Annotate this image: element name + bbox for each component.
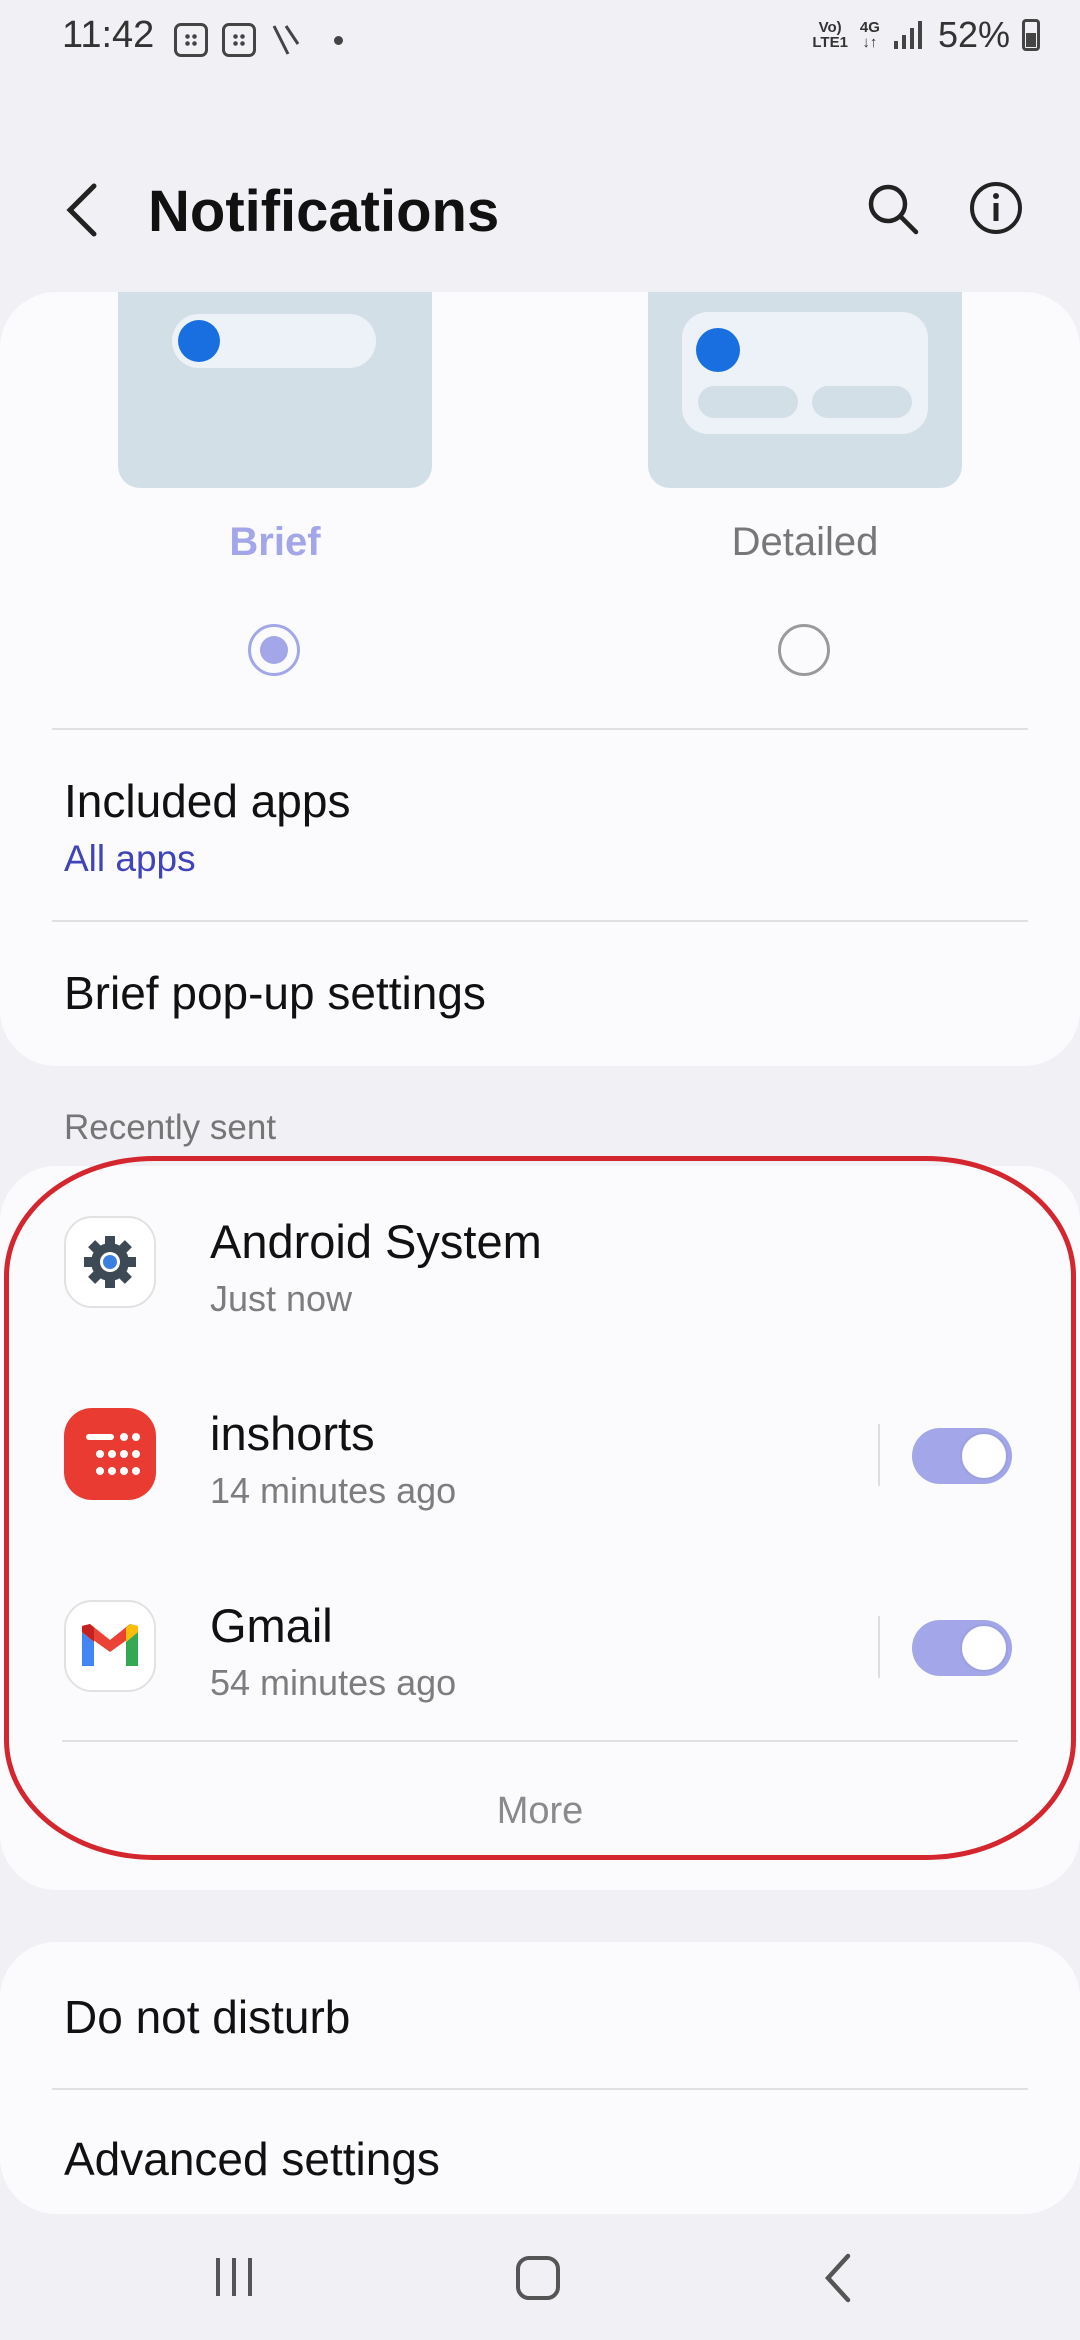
inshorts-toggle[interactable] xyxy=(912,1428,1012,1484)
app-name: inshorts xyxy=(210,1407,375,1460)
inshorts-icon xyxy=(64,1408,156,1500)
nav-back-icon[interactable] xyxy=(810,2248,870,2308)
app-time: 54 minutes ago xyxy=(210,1662,457,1703)
detailed-label[interactable]: Detailed xyxy=(645,520,965,565)
brief-popup-settings-title: Brief pop-up settings xyxy=(64,967,486,1019)
volte-indicator: Vo) LTE1 xyxy=(812,19,848,51)
detailed-preview-line xyxy=(812,386,912,418)
gmail-toggle[interactable] xyxy=(912,1620,1012,1676)
signal-slash-icon xyxy=(272,25,300,55)
brief-label[interactable]: Brief xyxy=(115,520,435,565)
included-apps-row[interactable]: Included apps All apps xyxy=(0,748,1080,918)
page-title: Notifications xyxy=(148,179,500,244)
vertical-divider xyxy=(878,1424,880,1486)
app-name: Gmail xyxy=(210,1599,333,1652)
network-type: 4G ↓↑ xyxy=(859,19,880,51)
status-notification-icons xyxy=(174,22,343,58)
brief-radio[interactable] xyxy=(248,624,300,676)
divider xyxy=(52,2088,1028,2090)
advanced-settings-row[interactable]: Advanced settings xyxy=(0,2094,1080,2212)
more-button[interactable]: More xyxy=(0,1790,1080,1833)
brief-preview-dot xyxy=(178,320,220,362)
search-icon[interactable] xyxy=(862,178,922,238)
included-apps-title: Included apps xyxy=(64,775,351,827)
list-item-android-system[interactable]: Android System Just now xyxy=(0,1196,1080,1366)
detailed-preview[interactable] xyxy=(648,292,962,488)
calculator-notification-icon xyxy=(174,23,208,57)
app-time: Just now xyxy=(210,1278,353,1319)
app-time: 14 minutes ago xyxy=(210,1470,457,1511)
divider xyxy=(52,728,1028,730)
detailed-radio[interactable] xyxy=(778,624,830,676)
detailed-preview-dot xyxy=(696,328,740,372)
android-system-gear-icon xyxy=(64,1216,156,1308)
do-not-disturb-title: Do not disturb xyxy=(64,1991,351,2043)
gmail-icon xyxy=(64,1600,156,1692)
brief-preview[interactable] xyxy=(118,292,432,488)
advanced-settings-title: Advanced settings xyxy=(64,2133,440,2185)
divider xyxy=(62,1740,1018,1742)
do-not-disturb-row[interactable]: Do not disturb xyxy=(0,1950,1080,2084)
status-time: 11:42 xyxy=(62,14,155,56)
status-right: Vo) LTE1 4G ↓↑ 52% xyxy=(812,14,1040,56)
battery-percentage: 52% xyxy=(937,14,1010,55)
battery-icon xyxy=(1022,19,1040,51)
back-arrow-icon[interactable] xyxy=(58,180,108,240)
list-item-gmail[interactable]: Gmail 54 minutes ago xyxy=(0,1580,1080,1750)
detailed-preview-line xyxy=(698,386,798,418)
divider xyxy=(52,920,1028,922)
brief-popup-settings-row[interactable]: Brief pop-up settings xyxy=(0,930,1080,1060)
section-label-recently-sent: Recently sent xyxy=(64,1108,277,1147)
signal-icon xyxy=(893,21,922,49)
more-notifications-dot xyxy=(334,35,343,45)
home-icon[interactable] xyxy=(508,2248,568,2308)
app-name: Android System xyxy=(210,1215,542,1268)
calculator-notification-icon xyxy=(222,23,256,57)
info-icon[interactable] xyxy=(966,178,1026,238)
included-apps-value: All apps xyxy=(64,838,196,879)
recent-apps-icon[interactable] xyxy=(204,2248,264,2308)
vertical-divider xyxy=(878,1616,880,1678)
list-item-inshorts[interactable]: inshorts 14 minutes ago xyxy=(0,1388,1080,1558)
